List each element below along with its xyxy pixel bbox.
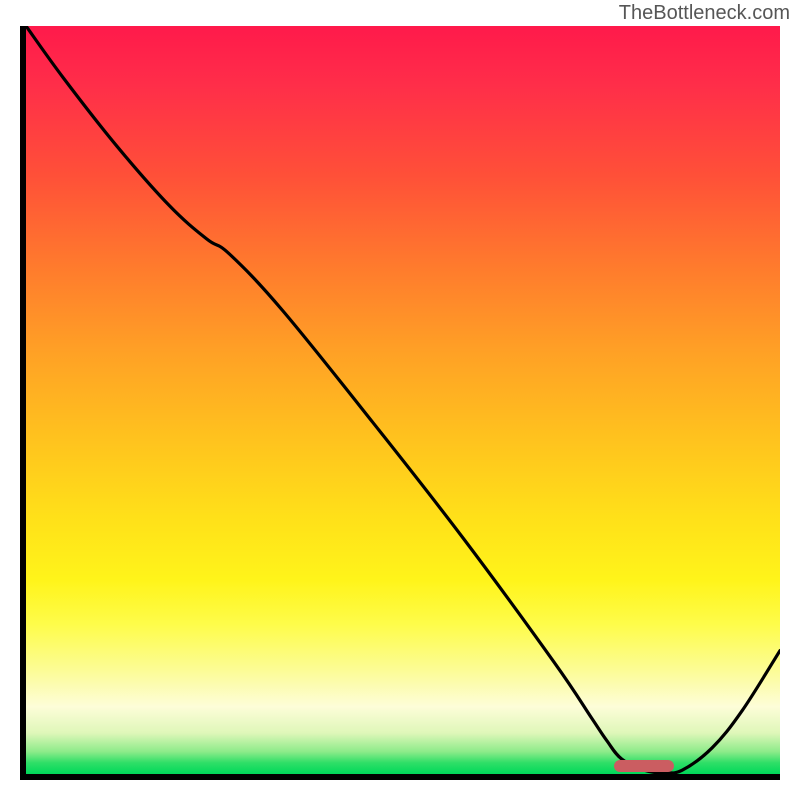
chart-background-gradient — [26, 26, 780, 774]
attribution-text: TheBottleneck.com — [619, 2, 790, 25]
optimal-range-marker — [614, 760, 674, 772]
chart-plot-area — [20, 26, 780, 780]
